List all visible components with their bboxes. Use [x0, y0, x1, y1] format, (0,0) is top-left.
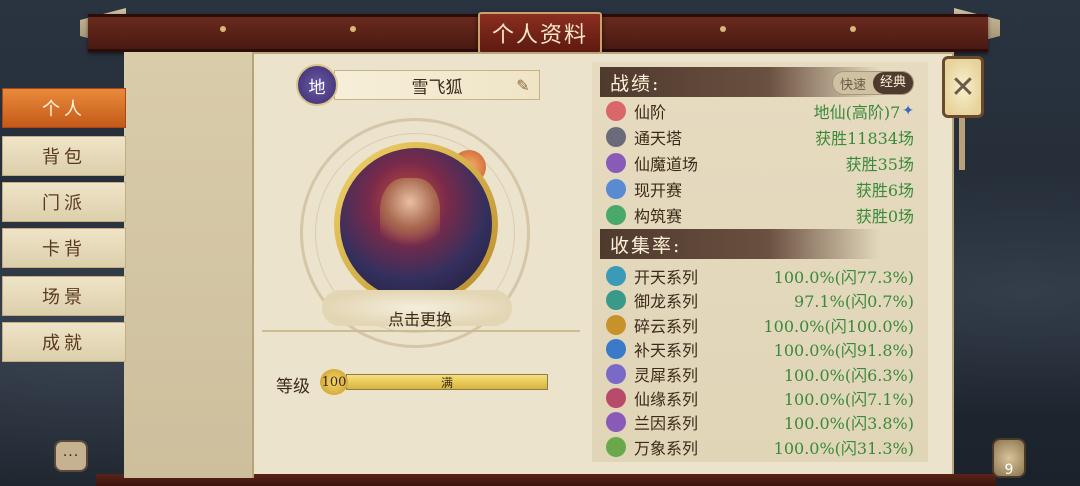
collection-row: 补天系列 100.0%(闪91.8%)	[606, 337, 914, 361]
collection-row: 仙缘系列 100.0%(闪7.1%)	[606, 386, 914, 410]
level-number: 100	[320, 369, 348, 395]
avatar	[340, 148, 492, 300]
record-row: 通天塔 获胜11834场	[606, 125, 914, 149]
lanyin-icon	[606, 412, 626, 433]
lingxi-icon	[606, 363, 626, 384]
suiyun-icon	[606, 314, 626, 335]
level-label: 等级	[276, 377, 310, 397]
collection-value: 100.0%(闪7.1%)	[783, 390, 914, 409]
xianjie-icon	[606, 101, 626, 121]
record-value: 获胜11834场	[815, 129, 914, 148]
page-title: 个人资料	[478, 12, 602, 54]
xianyuan-icon	[606, 388, 626, 408]
collection-value: 100.0%(闪100.0%)	[763, 316, 914, 336]
change-avatar-button[interactable]: 点击更换	[340, 305, 500, 331]
collection-label: 开天系列	[634, 268, 699, 287]
sidebar-item-scene[interactable]: 场景	[2, 276, 126, 316]
record-row: 构筑赛 获胜0场	[606, 203, 914, 227]
collection-value: 100.0%(闪77.3%)	[773, 268, 914, 287]
record-label: 仙阶	[634, 103, 667, 122]
bag-count: 9	[1004, 462, 1014, 478]
chat-button[interactable]: ···	[54, 440, 88, 472]
toggle-option-quick[interactable]: 快速	[833, 74, 873, 93]
rank-badge: 地	[296, 64, 338, 106]
collection-label: 兰因系列	[634, 414, 699, 434]
sidebar-item-profile[interactable]: 个人	[2, 88, 126, 128]
collection-row: 灵犀系列 100.0%(闪6.3%)	[606, 362, 914, 386]
record-label: 现开赛	[634, 181, 683, 200]
collection-value: 100.0%(闪31.3%)	[773, 438, 914, 458]
record-row: 仙阶 地仙(高阶)7 ✦	[606, 99, 914, 123]
collection-label: 万象系列	[634, 438, 699, 458]
toggle-option-classic[interactable]: 经典	[873, 72, 913, 94]
record-value: 获胜35场	[845, 155, 914, 174]
close-icon[interactable]: ✕	[942, 56, 984, 118]
butian-icon	[606, 339, 626, 360]
sidebar	[124, 52, 254, 478]
collection-label: 仙缘系列	[634, 390, 699, 409]
beam-rivet	[720, 26, 726, 32]
collection-value: 100.0%(闪6.3%)	[783, 365, 914, 385]
wanxiang-icon	[606, 436, 626, 457]
avatar-frame[interactable]	[334, 142, 498, 306]
record-row: 现开赛 获胜6场	[606, 177, 914, 201]
sidebar-item-sect[interactable]: 门派	[2, 182, 126, 222]
collection-row: 万象系列 100.0%(闪31.3%)	[606, 435, 914, 459]
beam-rivet	[220, 26, 226, 32]
demon-path-icon	[606, 153, 626, 173]
collection-label: 灵犀系列	[634, 365, 699, 385]
record-label: 构筑赛	[634, 207, 683, 226]
kaitian-icon	[606, 266, 626, 286]
lantern-tassel	[959, 118, 965, 170]
beam-rivet	[850, 26, 856, 32]
collection-value: 97.1%(闪0.7%)	[794, 292, 914, 312]
edit-name-icon[interactable]: ✎	[512, 74, 534, 96]
collection-row: 御龙系列 97.1%(闪0.7%)	[606, 288, 914, 312]
collection-row: 兰因系列 100.0%(闪3.8%)	[606, 410, 914, 434]
tower-icon	[606, 127, 626, 147]
record-value: 地仙(高阶)7	[813, 103, 901, 122]
record-value: 获胜6场	[855, 181, 914, 200]
record-label: 仙魔道场	[634, 155, 699, 174]
player-name: 雪飞狐	[334, 70, 540, 100]
yulong-icon	[606, 290, 626, 311]
record-label: 通天塔	[634, 129, 683, 148]
open-match-icon	[606, 179, 626, 199]
build-match-icon	[606, 205, 626, 225]
sidebar-item-achievement[interactable]: 成就	[2, 322, 126, 362]
rank-star-icon: ✦	[902, 103, 914, 119]
collection-label: 补天系列	[634, 341, 699, 361]
collection-value: 100.0%(闪91.8%)	[773, 341, 914, 361]
sidebar-item-card-back[interactable]: 卡背	[2, 228, 126, 268]
sidebar-item-bag[interactable]: 背包	[2, 136, 126, 176]
collection-header: 收集率:	[600, 229, 880, 259]
record-value: 获胜0场	[855, 207, 914, 226]
beam-rivet	[350, 26, 356, 32]
level-bar-text: 满	[440, 375, 453, 390]
collection-label: 御龙系列	[634, 292, 699, 312]
collection-row: 开天系列 100.0%(闪77.3%)	[606, 264, 914, 288]
collection-row: 碎云系列 100.0%(闪100.0%)	[606, 313, 914, 337]
mode-toggle[interactable]: 快速 经典	[832, 71, 914, 95]
divider	[262, 330, 580, 332]
collection-value: 100.0%(闪3.8%)	[783, 414, 914, 434]
record-row: 仙魔道场 获胜35场	[606, 151, 914, 175]
collection-label: 碎云系列	[634, 316, 699, 336]
